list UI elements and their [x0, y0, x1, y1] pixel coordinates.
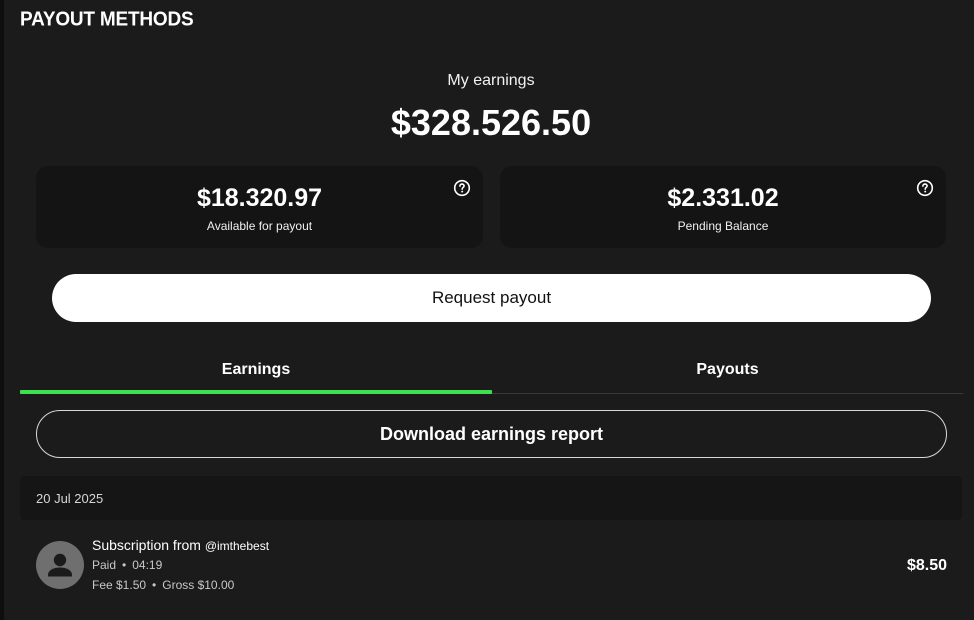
- transaction-time: 04:19: [132, 558, 163, 572]
- question-circle-icon[interactable]: [916, 179, 934, 197]
- tab-payouts[interactable]: Payouts: [492, 352, 963, 394]
- transaction-type: Subscription from: [92, 537, 201, 553]
- page-title: PAYOUT METHODS: [20, 8, 194, 31]
- transaction-fee-line: Fee $1.50 • Gross $10.00: [92, 578, 234, 592]
- transaction-status: Paid: [92, 558, 117, 572]
- default-user-avatar-icon: [36, 541, 84, 589]
- available-caption: Available for payout: [206, 219, 313, 233]
- active-tab-indicator: [20, 390, 492, 394]
- available-balance-card: $18.320.97 Available for payout: [36, 166, 483, 248]
- my-earnings-label: My earnings: [447, 72, 535, 89]
- tab-earnings[interactable]: Earnings: [20, 352, 492, 394]
- left-border: [0, 0, 4, 620]
- available-amount: $18.320.97: [196, 184, 323, 212]
- question-circle-icon[interactable]: [453, 179, 471, 197]
- pending-amount: $2.331.02: [667, 184, 779, 212]
- list-item[interactable]: Subscription from @imthebest Paid • 04:19 …: [20, 522, 962, 612]
- my-earnings-total: $328.526.50: [390, 102, 592, 143]
- transaction-title: Subscription from @imthebest: [92, 537, 269, 553]
- separator-dot: •: [152, 578, 157, 592]
- transaction-amount: $8.50: [906, 557, 947, 574]
- transaction-fee: Fee $1.50: [92, 578, 147, 592]
- request-payout-button[interactable]: Request payout: [52, 274, 931, 322]
- date-group-header: 20 Jul 2025: [20, 476, 962, 520]
- pending-balance-card: $2.331.02 Pending Balance: [500, 166, 946, 248]
- separator-dot: •: [122, 558, 127, 572]
- transaction-gross: Gross $10.00: [162, 578, 235, 592]
- pending-caption: Pending Balance: [677, 219, 769, 233]
- earnings-tabs: Earnings Payouts: [20, 352, 963, 394]
- download-earnings-report-button[interactable]: Download earnings report: [36, 410, 947, 458]
- transaction-handle: @imthebest: [204, 539, 270, 553]
- date-group-label: 20 Jul 2025: [36, 491, 104, 506]
- transaction-status-line: Paid • 04:19: [92, 558, 162, 572]
